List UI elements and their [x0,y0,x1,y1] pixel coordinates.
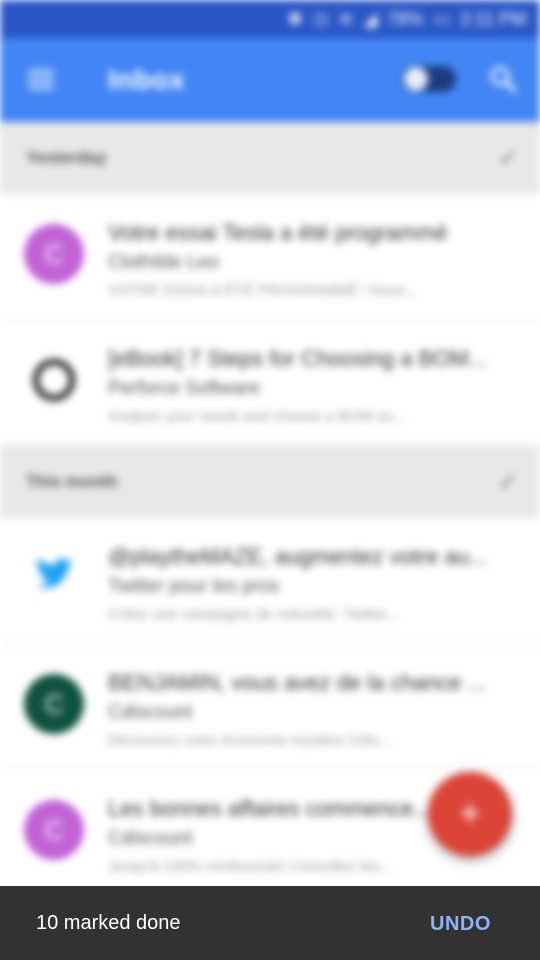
app-bar: Inbox [0,38,540,122]
twitter-bird-icon [24,548,84,608]
battery-percent: 78% [387,8,424,29]
email-snippet: Jusqu'à 100% remboursés Consultez les... [108,858,392,875]
email-snippet: Créez une campagne de notoriété. Twitter… [108,606,399,623]
list-item[interactable]: @playtheMAZE, augmentez votre au... Twit… [0,518,540,644]
avatar: C [24,224,84,284]
inbox-app: ✱ ◷ ≋ ◢ 78% ▭ 2:11 PM Inbox Yesterday ✓ … [0,0,540,896]
avatar: C [24,674,84,734]
mark-done-icon[interactable]: ✓ [498,144,518,173]
signal-icon: ◢ [363,8,378,29]
email-sender: Clothilde Leo [108,252,219,273]
list-item[interactable]: C Votre essai Tesla a été programmé Clot… [0,194,540,320]
page-title: Inbox [108,64,186,95]
email-subject: @playtheMAZE, augmentez votre au... [108,544,488,569]
wifi-icon: ≋ [338,8,354,29]
status-bar: ✱ ◷ ≋ ◢ 78% ▭ 2:11 PM [0,0,540,38]
annotation-circle [0,886,540,948]
email-snippet: Découvrez votre économie mystère Cdis... [108,732,391,749]
email-snippet: VOTRE ESSAI A ÉTÉ PROGRAMMÉ ! Nous... [108,282,419,299]
clock: 2:11 PM [460,8,526,29]
pin-toggle[interactable] [402,66,456,92]
email-sender: Perforce Software [108,378,261,399]
battery-icon: ▭ [433,8,451,29]
list-item[interactable]: C BENJAMIN, vous avez de la chance ... C… [0,644,540,770]
avatar: C [24,800,84,860]
email-subject: Votre essai Tesla a été programmé [108,220,448,245]
section-label: This month [26,472,118,491]
bluetooth-icon: ✱ [287,8,303,29]
menu-icon[interactable] [28,70,54,90]
section-header-yesterday: Yesterday ✓ [0,122,540,194]
section-label: Yesterday [26,148,107,167]
toggle-knob [404,67,428,91]
list-item[interactable]: [eBook] 7 Steps for Choosing a BOM... Pe… [0,320,540,446]
email-subject: [eBook] 7 Steps for Choosing a BOM... [108,346,488,371]
perforce-logo-icon [24,350,84,410]
compose-button[interactable]: + [428,772,512,856]
email-sender: Twitter pour les pros [108,576,280,597]
email-subject: BENJAMIN, vous avez de la chance ... [108,670,486,695]
email-sender: Cdiscount [108,702,193,723]
search-icon[interactable] [488,64,518,94]
email-snippet: Analyse your needs and choose a BOM so..… [108,408,405,425]
alarm-icon: ◷ [312,8,329,29]
screen: ✱ ◷ ≋ ◢ 78% ▭ 2:11 PM Inbox Yesterday ✓ … [0,0,540,960]
section-header-this-month: This month ✓ [0,446,540,518]
mark-done-icon[interactable]: ✓ [498,468,518,497]
